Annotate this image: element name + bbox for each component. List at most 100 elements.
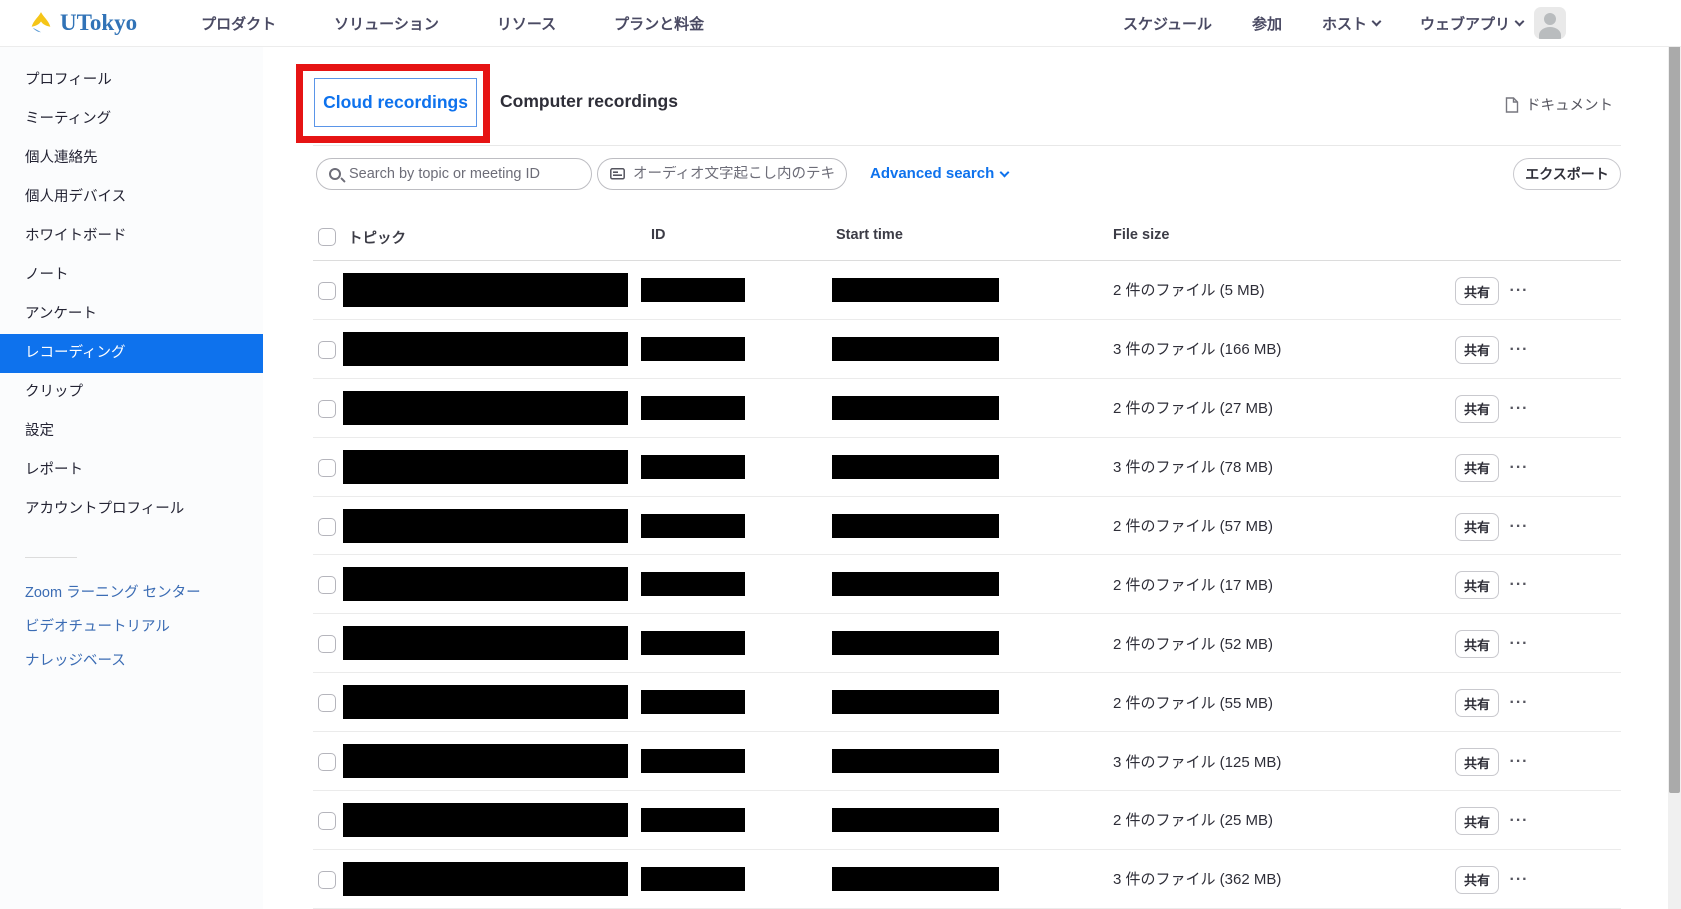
more-options-button[interactable]: ··· <box>1505 866 1533 894</box>
share-button[interactable]: 共有 <box>1455 689 1499 717</box>
share-button[interactable]: 共有 <box>1455 748 1499 776</box>
user-avatar[interactable] <box>1534 7 1566 39</box>
more-options-button[interactable]: ··· <box>1505 689 1533 717</box>
recordings-table: トピック ID Start time File size 2 件のファイル (5… <box>313 207 1621 909</box>
redacted-start-time <box>832 396 999 420</box>
scrollbar-thumb[interactable] <box>1669 25 1680 793</box>
more-options-button[interactable]: ··· <box>1505 277 1533 305</box>
redacted-topic[interactable] <box>343 391 628 425</box>
share-button[interactable]: 共有 <box>1455 277 1499 305</box>
share-button[interactable]: 共有 <box>1455 454 1499 482</box>
redacted-meeting-id <box>641 572 745 596</box>
sidebar-external-link[interactable]: Zoom ラーニング センター <box>0 576 263 610</box>
share-button[interactable]: 共有 <box>1455 395 1499 423</box>
table-row: 3 件のファイル (125 MB) 共有 ··· <box>313 732 1621 791</box>
redacted-topic[interactable] <box>343 744 628 778</box>
redacted-topic[interactable] <box>343 685 628 719</box>
nav-item[interactable]: ウェブアプリ <box>1420 13 1523 34</box>
file-size-cell: 3 件のファイル (362 MB) <box>1113 850 1281 908</box>
row-checkbox[interactable] <box>318 576 336 594</box>
share-button[interactable]: 共有 <box>1455 571 1499 599</box>
sidebar-item-link[interactable]: 個人用デバイス <box>0 178 263 217</box>
sidebar-item-link[interactable]: ノート <box>0 256 263 295</box>
redacted-topic[interactable] <box>343 626 628 660</box>
redacted-topic[interactable] <box>343 567 628 601</box>
row-checkbox[interactable] <box>318 459 336 477</box>
row-checkbox[interactable] <box>318 753 336 771</box>
redacted-topic[interactable] <box>343 803 628 837</box>
nav-item[interactable]: ソリューション <box>334 13 439 34</box>
redacted-start-time <box>832 514 999 538</box>
documentation-link[interactable]: ドキュメント <box>1505 94 1613 115</box>
table-row: 3 件のファイル (362 MB) 共有 ··· <box>313 850 1621 909</box>
nav-item[interactable]: 参加 <box>1252 13 1282 34</box>
sidebar-external-link[interactable]: ビデオチュートリアル <box>0 610 263 644</box>
tab-cloud-recordings[interactable]: Cloud recordings <box>314 78 477 127</box>
sidebar-divider <box>25 557 77 558</box>
nav-item[interactable]: プロダクト <box>201 13 276 34</box>
row-checkbox[interactable] <box>318 518 336 536</box>
column-header-topic: トピック <box>348 227 406 248</box>
more-options-button[interactable]: ··· <box>1505 513 1533 541</box>
table-row: 2 件のファイル (52 MB) 共有 ··· <box>313 614 1621 673</box>
search-topic-field[interactable] <box>316 158 592 190</box>
utokyo-logo[interactable]: UTokyo <box>28 10 137 36</box>
search-transcript-input[interactable] <box>633 166 834 182</box>
redacted-topic[interactable] <box>343 332 628 366</box>
row-checkbox[interactable] <box>318 871 336 889</box>
row-checkbox[interactable] <box>318 341 336 359</box>
row-checkbox[interactable] <box>318 400 336 418</box>
nav-item[interactable]: リソース <box>497 13 556 34</box>
redacted-topic[interactable] <box>343 450 628 484</box>
search-transcript-field[interactable] <box>597 158 847 190</box>
more-options-button[interactable]: ··· <box>1505 807 1533 835</box>
redacted-topic[interactable] <box>343 273 628 307</box>
redacted-topic[interactable] <box>343 509 628 543</box>
export-button[interactable]: エクスポート <box>1513 158 1621 190</box>
file-size-cell: 2 件のファイル (52 MB) <box>1113 614 1273 672</box>
more-options-button[interactable]: ··· <box>1505 571 1533 599</box>
search-topic-input[interactable] <box>349 166 579 182</box>
advanced-search-link[interactable]: Advanced search <box>870 165 1008 182</box>
select-all-checkbox[interactable] <box>318 228 336 246</box>
nav-item[interactable]: スケジュール <box>1123 13 1212 34</box>
sidebar-item-link[interactable]: プロフィール <box>0 61 263 100</box>
redacted-meeting-id <box>641 867 745 891</box>
row-checkbox[interactable] <box>318 282 336 300</box>
share-button[interactable]: 共有 <box>1455 866 1499 894</box>
file-size-cell: 3 件のファイル (78 MB) <box>1113 438 1273 496</box>
redacted-start-time <box>832 631 999 655</box>
table-row: 2 件のファイル (5 MB) 共有 ··· <box>313 261 1621 320</box>
sidebar-external-link[interactable]: ナレッジベース <box>0 644 263 678</box>
row-checkbox[interactable] <box>318 812 336 830</box>
sidebar-item-link[interactable]: クリップ <box>0 373 263 412</box>
sidebar-item-link[interactable]: アンケート <box>0 295 263 334</box>
more-options-button[interactable]: ··· <box>1505 395 1533 423</box>
scrollbar[interactable] <box>1668 0 1681 909</box>
redacted-meeting-id <box>641 396 745 420</box>
column-header-start-time: Start time <box>836 227 903 243</box>
sidebar-item-recordings-active[interactable]: レコーディング <box>0 334 263 373</box>
sidebar-item-link[interactable]: ミーティング <box>0 100 263 139</box>
share-button[interactable]: 共有 <box>1455 630 1499 658</box>
sidebar-item-link[interactable]: レポート <box>0 451 263 490</box>
nav-item[interactable]: ホスト <box>1322 13 1380 34</box>
share-button[interactable]: 共有 <box>1455 807 1499 835</box>
nav-item[interactable]: プランと料金 <box>614 13 704 34</box>
redacted-topic[interactable] <box>343 862 628 896</box>
share-button[interactable]: 共有 <box>1455 513 1499 541</box>
tab-computer-recordings[interactable]: Computer recordings <box>500 91 678 112</box>
more-options-button[interactable]: ··· <box>1505 748 1533 776</box>
more-options-button[interactable]: ··· <box>1505 454 1533 482</box>
row-checkbox[interactable] <box>318 635 336 653</box>
sidebar-item-link[interactable]: アカウントプロフィール <box>0 490 263 529</box>
more-options-button[interactable]: ··· <box>1505 630 1533 658</box>
sidebar-item-link[interactable]: 設定 <box>0 412 263 451</box>
sidebar-item-link[interactable]: ホワイトボード <box>0 217 263 256</box>
row-checkbox[interactable] <box>318 694 336 712</box>
share-button[interactable]: 共有 <box>1455 336 1499 364</box>
redacted-start-time <box>832 749 999 773</box>
file-size-cell: 2 件のファイル (5 MB) <box>1113 261 1265 319</box>
more-options-button[interactable]: ··· <box>1505 336 1533 364</box>
sidebar-item-link[interactable]: 個人連絡先 <box>0 139 263 178</box>
